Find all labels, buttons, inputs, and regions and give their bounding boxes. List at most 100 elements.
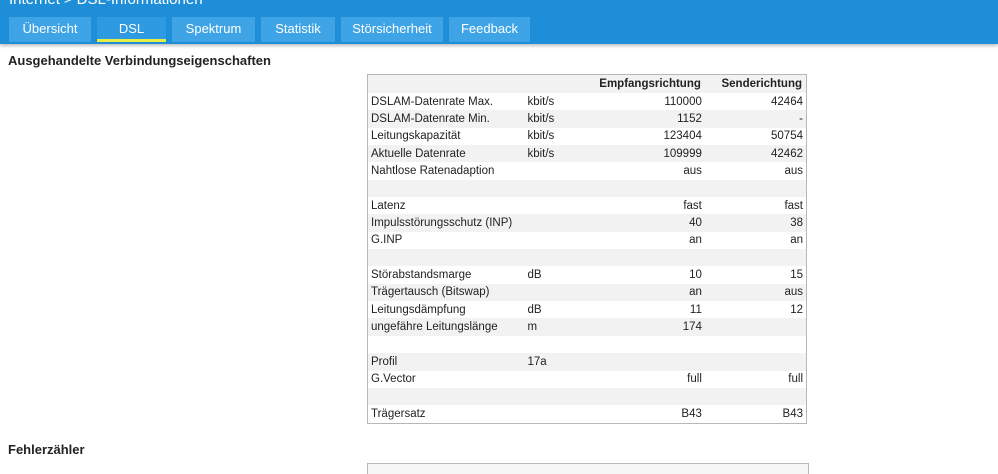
unit: 17a [524,353,596,371]
property-label [367,179,525,198]
header-senderichtung: Senderichtung [704,74,807,93]
table-header-row: Empfangsrichtung Senderichtung [367,74,807,93]
table-row: G.Vector full full [367,370,807,388]
value-sende: 50754 [704,127,807,146]
property-label: Leitungsdämpfung [367,301,525,319]
unit [524,405,596,424]
value-sende: B43 [704,405,807,424]
unit [524,214,596,232]
value-sende: 42462 [704,145,807,163]
unit [524,370,596,388]
table-row: Impulsstörungsschutz (INP) 40 38 [367,214,807,232]
unit: m [524,318,596,336]
unit [524,335,596,354]
value-sende [704,353,807,371]
value-empfang: aus [595,162,705,180]
unit: kbit/s [524,145,596,163]
value-empfang: 1152 [595,110,705,128]
property-label: Trägertausch (Bitswap) [367,283,525,302]
connection-properties-table: Empfangsrichtung Senderichtung DSLAM-Dat… [367,74,807,424]
breadcrumb-page: DSL-Informationen [77,0,203,8]
breadcrumb-separator: > [64,0,73,8]
property-label: Trägersatz [367,405,525,424]
value-sende: 12 [704,301,807,319]
value-empfang: 40 [595,214,705,232]
property-label: ungefähre Leitungslänge [367,318,525,336]
breadcrumb: Internet > DSL-Informationen [9,0,203,8]
top-header-bar: Internet > DSL-Informationen Übersicht DSL… [0,0,998,44]
value-sende: aus [704,162,807,180]
value-sende [704,249,807,267]
property-label [367,249,525,267]
value-empfang: fast [595,197,705,215]
value-sende: 15 [704,266,807,284]
table-row: Trägertausch (Bitswap) an aus [367,283,807,302]
value-sende [704,179,807,198]
tab-dsl[interactable]: DSL [97,17,166,42]
property-label: Leitungskapazität [367,127,525,146]
value-empfang [595,353,705,371]
unit [524,162,596,180]
property-label: DSLAM-Datenrate Max. [367,93,525,111]
property-label: G.Vector [367,370,525,388]
value-empfang [595,249,705,267]
header-label [367,74,525,93]
value-sende: 42464 [704,93,807,111]
value-empfang [595,179,705,198]
header-unit [524,74,596,93]
breadcrumb-section[interactable]: Internet [9,0,60,8]
tab-spektrum[interactable]: Spektrum [172,17,255,42]
property-label [367,387,525,406]
table-row [367,249,807,267]
tab-stoersicherheit[interactable]: Störsicherheit [341,17,443,42]
value-empfang: 174 [595,318,705,336]
value-empfang [595,335,705,354]
value-sende: an [704,231,807,250]
section-title-verbindungseigenschaften: Ausgehandelte Verbindungseigenschaften [8,53,271,68]
tab-statistik[interactable]: Statistik [261,17,335,42]
table-row [367,335,807,354]
property-label: Latenz [367,197,525,215]
value-empfang: 123404 [595,127,705,146]
property-label: Störabstandsmarge [367,266,525,284]
value-sende [704,318,807,336]
table-row: Profil 17a [367,353,807,371]
value-empfang [595,387,705,406]
property-label: Nahtlose Ratenadaption [367,162,525,180]
table-row: Leitungskapazität kbit/s 123404 50754 [367,127,807,146]
table-row: Trägersatz B43 B43 [367,405,807,424]
unit [524,197,596,215]
unit: kbit/s [524,127,596,146]
property-label: DSLAM-Datenrate Min. [367,110,525,128]
value-empfang: 110000 [595,93,705,111]
property-label: Profil [367,353,525,371]
table-row: Störabstandsmarge dB 10 15 [367,266,807,284]
tab-feedback[interactable]: Feedback [449,17,530,42]
tab-uebersicht[interactable]: Übersicht [9,17,91,42]
value-sende [704,387,807,406]
unit [524,231,596,250]
value-empfang: an [595,283,705,302]
value-sende [704,335,807,354]
unit: dB [524,266,596,284]
table-row: G.INP an an [367,231,807,250]
table-row: Aktuelle Datenrate kbit/s 109999 42462 [367,145,807,163]
property-label: G.INP [367,231,525,250]
table-row [367,387,807,406]
unit [524,283,596,302]
section-title-fehlerzaehler: Fehlerzähler [8,442,85,457]
table-row: DSLAM-Datenrate Max. kbit/s 110000 42464 [367,93,807,111]
table-row: Leitungsdämpfung dB 11 12 [367,301,807,319]
value-sende: full [704,370,807,388]
unit: dB [524,301,596,319]
value-empfang: B43 [595,405,705,424]
table-row: ungefähre Leitungslänge m 174 [367,318,807,336]
table-row [367,179,807,198]
property-label [367,335,525,354]
value-sende: 38 [704,214,807,232]
property-label: Aktuelle Datenrate [367,145,525,163]
table-row: Nahtlose Ratenadaption aus aus [367,162,807,180]
unit [524,179,596,198]
value-empfang: 10 [595,266,705,284]
value-sende: - [704,110,807,128]
